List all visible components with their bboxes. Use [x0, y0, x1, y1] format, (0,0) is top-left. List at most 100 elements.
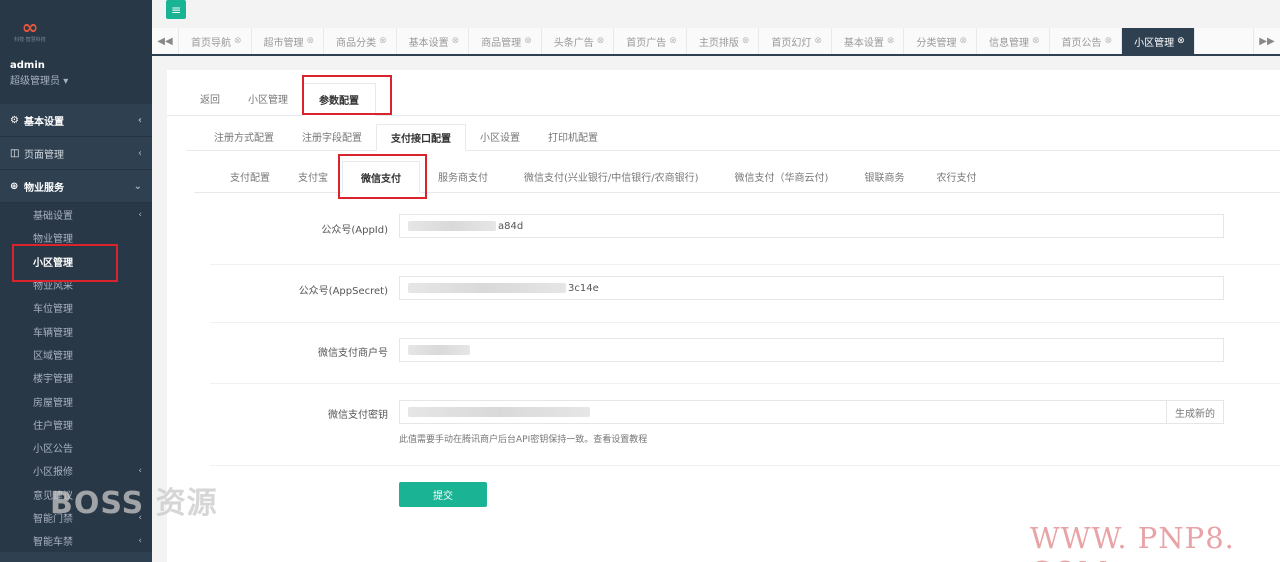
tab-back[interactable]: 返回 — [186, 82, 234, 115]
close-icon[interactable]: ⊗ — [307, 36, 315, 46]
close-icon[interactable]: ⊗ — [1105, 36, 1113, 46]
form-row-key: 微信支付密钥 生成新的 此值需要手动在腾讯商户后台API密钥保持一致。查看设置教… — [210, 384, 1280, 466]
mchid-label: 微信支付商户号 — [318, 348, 388, 359]
chevron-left-icon: ‹ — [138, 209, 142, 220]
close-icon[interactable]: ⊗ — [379, 36, 387, 46]
sidebar-item-community-management[interactable]: 小区管理 — [0, 250, 152, 273]
tab-printer-config[interactable]: 打印机配置 — [534, 123, 612, 150]
double-left-arrow-icon: ◀◀ — [157, 35, 173, 47]
page-tabs: 首页导航 ⊗ 超市管理 ⊗ 商品分类 ⊗ 基本设置 ⊗ 商品管理 ⊗ 头条广告 ⊗ 首页广告… — [179, 28, 1253, 54]
sidebar-item-vehicles[interactable]: 车辆管理 — [0, 319, 152, 342]
page-tab[interactable]: 基本设置 ⊗ — [832, 28, 905, 54]
key-input[interactable]: 生成新的 — [399, 400, 1224, 424]
redacted-text — [408, 407, 590, 417]
tab-payment-interface[interactable]: 支付接口配置 — [376, 124, 466, 151]
user-name[interactable]: admin — [10, 60, 142, 71]
page-tab[interactable]: 主页排版 ⊗ — [687, 28, 760, 54]
sidebar-header: ∞ 科技·智慧科技 admin 超级管理员 ▾ — [0, 0, 152, 104]
form-row-mchid: 微信支付商户号 — [210, 323, 1280, 384]
sidebar-item-basic-config[interactable]: 基础设置 ‹ — [0, 203, 152, 226]
sidebar-item-residents[interactable]: 住户管理 — [0, 413, 152, 436]
chevron-left-icon: ‹ — [137, 114, 142, 126]
appid-input[interactable]: a84d — [399, 214, 1224, 238]
level2-tabs: 注册方式配置 注册字段配置 支付接口配置 小区设置 打印机配置 — [186, 123, 1280, 151]
page-tab[interactable]: 头条广告 ⊗ — [542, 28, 615, 54]
page-tab[interactable]: 超市管理 ⊗ — [252, 28, 325, 54]
tab-registration-method[interactable]: 注册方式配置 — [200, 123, 288, 150]
close-icon[interactable]: ⊗ — [452, 36, 460, 46]
form-row-appid: 公众号(AppId) a84d — [210, 203, 1280, 265]
main-panel: 返回 小区管理 参数配置 注册方式配置 注册字段配置 支付接口配置 小区设置 打… — [167, 70, 1280, 562]
redacted-text — [408, 283, 566, 293]
close-icon[interactable]: ⊗ — [669, 36, 677, 46]
submit-button[interactable]: 提交 — [399, 482, 487, 507]
page-tab[interactable]: 首页幻灯 ⊗ — [759, 28, 832, 54]
caret-down-icon: ▾ — [63, 76, 69, 87]
watermark-pnp8: WWW. PNP8. COM — [1030, 521, 1235, 562]
tab-wechat-pay-huashang[interactable]: 微信支付（华商云付) — [717, 160, 847, 192]
close-icon[interactable]: ⊗ — [1177, 36, 1185, 46]
close-icon[interactable]: ⊗ — [524, 36, 532, 46]
tab-wechat-pay-banks[interactable]: 微信支付(兴业银行/中信银行/农商银行) — [506, 160, 717, 192]
form-row-appsecret: 公众号(AppSecret) 3c14e — [210, 265, 1280, 323]
tabs-scroll-right-button[interactable]: ▶▶ — [1253, 28, 1280, 54]
close-icon[interactable]: ⊗ — [814, 36, 822, 46]
sidebar-item-property-management[interactable]: 物业管理 — [0, 226, 152, 249]
page-tab[interactable]: 信息管理 ⊗ — [977, 28, 1050, 54]
tab-registration-fields[interactable]: 注册字段配置 — [288, 123, 376, 150]
gear-icon: ⚙ — [10, 114, 19, 126]
sidebar-group-property-service[interactable]: ⊕ 物业服务 ⌄ — [0, 170, 152, 203]
sidebar-item-areas[interactable]: 区域管理 — [0, 343, 152, 366]
sidebar-item-buildings[interactable]: 楼宇管理 — [0, 366, 152, 389]
close-icon[interactable]: ⊗ — [959, 36, 967, 46]
sidebar-item-houses[interactable]: 房屋管理 — [0, 389, 152, 412]
user-role-dropdown[interactable]: 超级管理员 ▾ — [10, 72, 142, 87]
close-icon[interactable]: ⊗ — [1032, 36, 1040, 46]
tab-community-settings[interactable]: 小区设置 — [466, 123, 534, 150]
tab-service-provider-pay[interactable]: 服务商支付 — [420, 160, 506, 192]
brand-logo-icon: ∞ 科技·智慧科技 — [14, 15, 46, 43]
close-icon[interactable]: ⊗ — [234, 36, 242, 46]
page-tab[interactable]: 首页导航 ⊗ — [179, 28, 252, 54]
sidebar-item-property-style[interactable]: 物业风采 — [0, 273, 152, 296]
sidebar-group-page-management[interactable]: ◫ 页面管理 ‹ — [0, 137, 152, 170]
globe-icon: ⊕ — [10, 180, 19, 192]
close-icon[interactable]: ⊗ — [887, 36, 895, 46]
tab-abc-pay[interactable]: 农行支付 — [922, 160, 990, 192]
mchid-input[interactable] — [399, 338, 1224, 362]
page-tab[interactable]: 基本设置 ⊗ — [397, 28, 470, 54]
tab-parameter-config[interactable]: 参数配置 — [302, 83, 376, 116]
close-icon[interactable]: ⊗ — [597, 36, 605, 46]
sidebar-item-parking[interactable]: 车位管理 — [0, 296, 152, 319]
watermark-boss: BOSS 资源 — [50, 486, 218, 521]
level1-tabs: 返回 小区管理 参数配置 — [167, 82, 1280, 116]
tab-unionpay[interactable]: 银联商务 — [846, 160, 922, 192]
sidebar-group-basic-settings[interactable]: ⚙ 基本设置 ‹ — [0, 104, 152, 137]
page-tab[interactable]: 商品管理 ⊗ — [469, 28, 542, 54]
tab-payment-config[interactable]: 支付配置 — [216, 160, 284, 192]
page-tabs-bar: ◀◀ 首页导航 ⊗ 超市管理 ⊗ 商品分类 ⊗ 基本设置 ⊗ 商品管理 ⊗ 头条广告 ⊗ 首… — [152, 28, 1280, 56]
page-tab[interactable]: 分类管理 ⊗ — [904, 28, 978, 54]
appid-label: 公众号(AppId) — [321, 225, 388, 236]
page-tab[interactable]: 首页公告 ⊗ — [1050, 28, 1123, 54]
tab-alipay[interactable]: 支付宝 — [284, 160, 342, 192]
generate-key-button[interactable]: 生成新的 — [1166, 401, 1223, 423]
level3-tabs: 支付配置 支付宝 微信支付 服务商支付 微信支付(兴业银行/中信银行/农商银行)… — [194, 160, 1280, 193]
redacted-text — [408, 221, 496, 231]
double-right-arrow-icon: ▶▶ — [1259, 35, 1275, 47]
chevron-left-icon: ‹ — [138, 465, 142, 476]
tabs-scroll-left-button[interactable]: ◀◀ — [152, 28, 179, 54]
page-tab-active[interactable]: 小区管理 ⊗ — [1122, 28, 1195, 54]
page-tab[interactable]: 商品分类 ⊗ — [324, 28, 397, 54]
redacted-text — [408, 345, 470, 355]
close-icon[interactable]: ⊗ — [742, 36, 750, 46]
menu-toggle-button[interactable]: ≡ — [166, 0, 186, 19]
hamburger-icon: ≡ — [170, 2, 182, 17]
appsecret-input[interactable]: 3c14e — [399, 276, 1224, 300]
tab-community-management[interactable]: 小区管理 — [234, 82, 302, 115]
sidebar-item-announcements[interactable]: 小区公告 — [0, 436, 152, 459]
sidebar-item-smart-gate[interactable]: 智能车禁 ‹ — [0, 529, 152, 552]
chevron-left-icon: ‹ — [138, 147, 142, 159]
tab-wechat-pay[interactable]: 微信支付 — [342, 161, 420, 193]
page-tab[interactable]: 首页广告 ⊗ — [614, 28, 687, 54]
